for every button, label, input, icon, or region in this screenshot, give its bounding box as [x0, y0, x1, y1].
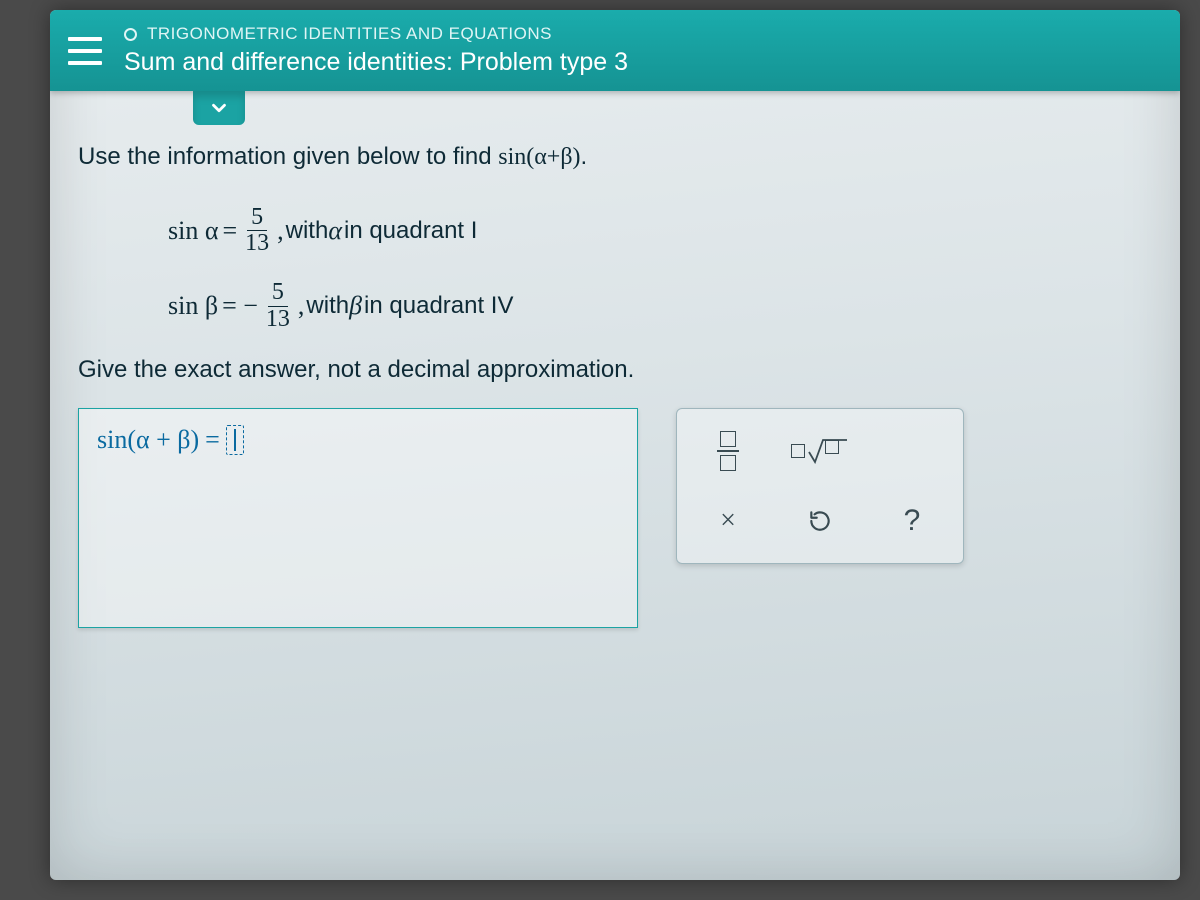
bullet-icon: [124, 28, 137, 41]
line1-func: sin α: [168, 216, 218, 246]
reset-icon: [807, 508, 833, 534]
dropdown-toggle[interactable]: [193, 91, 245, 125]
instruction-line: Use the information given below to find …: [78, 143, 1152, 171]
line2-text1: with: [306, 292, 349, 320]
tool-reset[interactable]: [785, 493, 855, 549]
line2-func: sin β: [168, 291, 218, 321]
line1-num: 5: [247, 205, 267, 231]
math-toolbox: × ?: [676, 408, 964, 564]
answer-expression: sin(α + β) =: [97, 425, 619, 455]
line2-den: 13: [262, 307, 294, 332]
answer-cursor[interactable]: [226, 425, 244, 455]
menu-icon[interactable]: [68, 37, 102, 65]
answer-row: sin(α + β) =: [78, 408, 1152, 628]
answer-eq: =: [205, 425, 220, 455]
line2-eq: = −: [222, 291, 258, 321]
line2-num: 5: [268, 280, 288, 306]
given-line-2: sin β = − 5 13 , with β in quadrant IV: [168, 280, 1152, 331]
header-category: TRIGONOMETRIC IDENTITIES AND EQUATIONS: [147, 24, 552, 44]
header-category-row: TRIGONOMETRIC IDENTITIES AND EQUATIONS: [124, 24, 628, 44]
help-icon: ?: [904, 504, 921, 538]
answer-input-box[interactable]: sin(α + β) =: [78, 408, 638, 628]
exact-instruction: Give the exact answer, not a decimal app…: [78, 356, 1152, 384]
instruction-prefix: Use the information given below to find: [78, 143, 498, 170]
given-line-1: sin α = 5 13 , with α in quadrant I: [168, 205, 1152, 256]
tool-help[interactable]: ?: [877, 493, 947, 549]
line2-comma: ,: [298, 291, 305, 321]
line1-fraction: 5 13: [241, 205, 273, 256]
line1-comma: ,: [277, 216, 284, 246]
line1-eq: =: [222, 216, 237, 246]
line1-text2: in quadrant I: [344, 217, 477, 245]
line2-text2: in quadrant IV: [364, 292, 513, 320]
app-screen: TRIGONOMETRIC IDENTITIES AND EQUATIONS S…: [50, 10, 1180, 880]
target-expression: sin(α+β): [498, 144, 580, 170]
answer-lhs: sin(α + β): [97, 425, 199, 455]
line1-var: α: [328, 216, 342, 246]
tool-fraction[interactable]: [693, 423, 763, 479]
app-header: TRIGONOMETRIC IDENTITIES AND EQUATIONS S…: [50, 10, 1180, 91]
page-title: Sum and difference identities: Problem t…: [124, 48, 628, 77]
tool-sqrt[interactable]: [785, 423, 947, 479]
line1-text1: with: [286, 217, 329, 245]
chevron-down-icon: [208, 97, 230, 119]
header-text: TRIGONOMETRIC IDENTITIES AND EQUATIONS S…: [124, 24, 628, 77]
line1-den: 13: [241, 231, 273, 256]
content-area: Use the information given below to find …: [50, 91, 1180, 652]
tool-clear[interactable]: ×: [693, 493, 763, 549]
line2-fraction: 5 13: [262, 280, 294, 331]
sqrt-icon: [791, 438, 847, 464]
instruction-period: .: [581, 143, 588, 170]
clear-icon: ×: [720, 505, 736, 537]
fraction-icon: [717, 431, 739, 471]
line2-var: β: [349, 291, 362, 321]
